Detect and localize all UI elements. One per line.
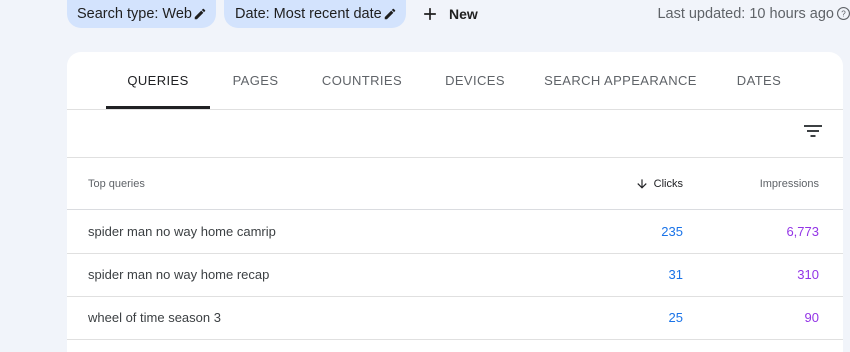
table-toolbar bbox=[67, 110, 843, 158]
impressions-cell: 6,773 bbox=[786, 224, 819, 239]
tab-bar: QUERIES PAGES COUNTRIES DEVICES SEARCH A… bbox=[67, 52, 843, 110]
active-tab-indicator bbox=[106, 106, 210, 109]
search-type-chip[interactable]: Search type: Web bbox=[67, 0, 216, 28]
query-cell: wheel of time season 3 bbox=[88, 310, 221, 325]
help-icon[interactable]: ? bbox=[836, 6, 850, 21]
header-impressions[interactable]: Impressions bbox=[760, 158, 819, 209]
filter-bar: Search type: Web Date: Most recent date … bbox=[0, 0, 850, 28]
tab-queries[interactable]: QUERIES bbox=[106, 52, 210, 109]
table-row[interactable]: wheel of time season 3 25 90 bbox=[67, 296, 843, 340]
impressions-cell: 90 bbox=[804, 310, 819, 325]
header-clicks[interactable]: Clicks bbox=[635, 158, 683, 209]
table-row[interactable]: spider man no way home recap 31 310 bbox=[67, 253, 843, 297]
last-updated-text: Last updated: 10 hours ago bbox=[657, 6, 834, 22]
tab-pages[interactable]: PAGES bbox=[217, 52, 294, 109]
clicks-cell: 235 bbox=[661, 224, 683, 239]
arrow-down-icon bbox=[636, 178, 647, 189]
date-label: Date: Most recent date bbox=[235, 6, 382, 22]
tab-dates[interactable]: DATES bbox=[727, 52, 791, 109]
query-cell: spider man no way home recap bbox=[88, 267, 270, 282]
clicks-cell: 25 bbox=[668, 310, 683, 325]
impressions-cell: 310 bbox=[797, 267, 819, 282]
tab-search-appearance[interactable]: SEARCH APPEARANCE bbox=[543, 52, 698, 109]
pencil-icon bbox=[384, 8, 396, 20]
new-filter-button[interactable]: New bbox=[420, 0, 478, 28]
table-header: Top queries Clicks Impressions bbox=[67, 158, 843, 210]
filter-icon[interactable] bbox=[803, 123, 823, 139]
new-filter-label: New bbox=[449, 6, 478, 22]
clicks-cell: 31 bbox=[668, 267, 683, 282]
search-type-label: Search type: Web bbox=[77, 6, 192, 22]
svg-text:?: ? bbox=[841, 9, 846, 18]
query-cell: spider man no way home camrip bbox=[88, 224, 276, 239]
tab-countries[interactable]: COUNTRIES bbox=[315, 52, 409, 109]
plus-icon bbox=[424, 8, 436, 20]
header-clicks-label: Clicks bbox=[653, 177, 683, 190]
performance-card: QUERIES PAGES COUNTRIES DEVICES SEARCH A… bbox=[67, 52, 843, 352]
header-top-queries[interactable]: Top queries bbox=[88, 158, 145, 209]
table-row[interactable]: spider man no way home camrip 235 6,773 bbox=[67, 210, 843, 254]
pencil-icon bbox=[194, 8, 206, 20]
tab-devices[interactable]: DEVICES bbox=[435, 52, 515, 109]
date-chip[interactable]: Date: Most recent date bbox=[224, 0, 406, 28]
last-updated: Last updated: 10 hours ago bbox=[657, 0, 834, 28]
